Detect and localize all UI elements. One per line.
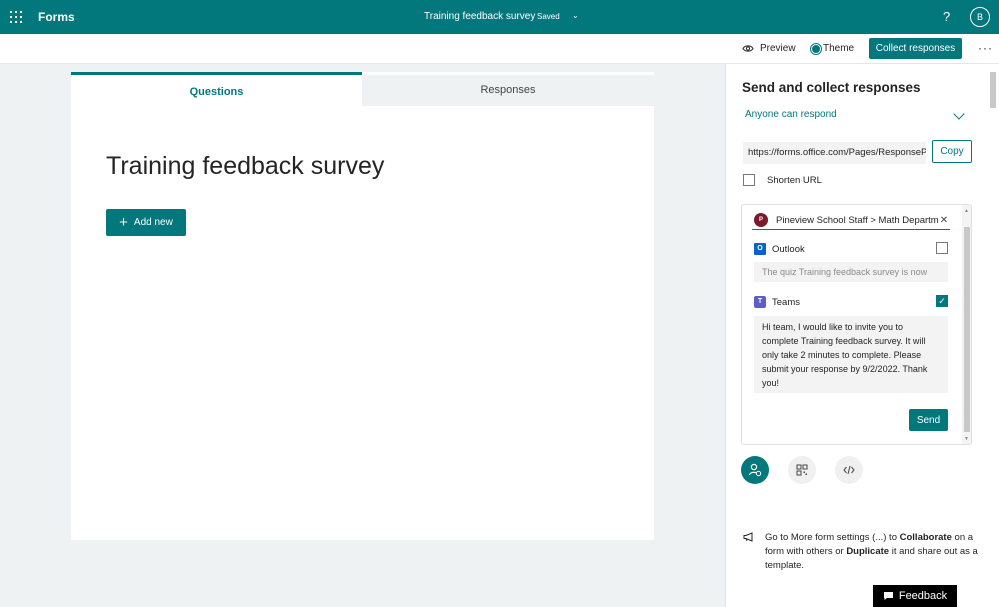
send-button[interactable]: Send [909, 409, 948, 431]
teams-option: T Teams [754, 296, 800, 308]
command-bar: Preview Theme Collect responses ··· [0, 34, 999, 64]
outlook-option: O Outlook [754, 243, 805, 255]
code-icon [843, 465, 855, 475]
user-avatar[interactable]: B [970, 7, 990, 27]
tip-text: Go to More form settings (...) to Collab… [743, 531, 978, 573]
collect-responses-button[interactable]: Collect responses [869, 38, 962, 59]
help-icon[interactable]: ? [943, 9, 950, 24]
recipient-name: Pineview School Staff > Math Department [776, 214, 938, 226]
panel-scrollbar[interactable] [989, 66, 997, 606]
feedback-button[interactable]: Feedback [873, 585, 957, 607]
outlook-label: Outlook [772, 243, 805, 255]
teams-message[interactable]: Hi team, I would like to invite you to c… [754, 316, 948, 393]
teams-icon: T [754, 296, 766, 308]
document-title[interactable]: Training feedback survey [424, 11, 535, 22]
teams-label: Teams [772, 296, 800, 308]
top-bar: Forms Training feedback survey Saved ⌄ ?… [0, 0, 999, 34]
plus-icon: + [119, 213, 128, 231]
chevron-down-icon[interactable] [953, 108, 965, 120]
theme-button[interactable]: Theme [811, 43, 854, 54]
share-box-scrollbar[interactable]: ▲ ▼ [962, 205, 971, 444]
tab-questions[interactable]: Questions [71, 72, 362, 106]
share-options-box: P Pineview School Staff > Math Departmen… [741, 204, 972, 445]
shorten-url-label: Shorten URL [767, 175, 822, 186]
feedback-label: Feedback [898, 590, 948, 602]
tab-responses[interactable]: Responses [362, 75, 654, 106]
share-people-button[interactable] [741, 456, 769, 484]
recipient-chip[interactable]: P Pineview School Staff > Math Departmen… [752, 211, 950, 230]
preview-label: Preview [760, 43, 796, 54]
copy-button[interactable]: Copy [932, 140, 972, 163]
comment-icon [883, 592, 893, 600]
chevron-down-icon[interactable]: ⌄ [572, 11, 579, 20]
audience-dropdown[interactable]: Anyone can respond [745, 109, 837, 120]
close-icon[interactable]: ✕ [938, 215, 950, 226]
form-title[interactable]: Training feedback survey [106, 152, 384, 181]
outlook-checkbox[interactable] [936, 242, 948, 254]
megaphone-icon [743, 532, 753, 542]
send-panel: Send and collect responses Anyone can re… [725, 64, 999, 607]
outlook-icon: O [754, 243, 766, 255]
person-add-icon [748, 463, 762, 477]
palette-icon [811, 43, 821, 54]
qr-code-button[interactable] [788, 456, 816, 484]
embed-button[interactable] [835, 456, 863, 484]
recipient-avatar: P [754, 213, 768, 227]
app-name[interactable]: Forms [38, 10, 75, 24]
saved-status: Saved [537, 12, 560, 21]
theme-label: Theme [823, 43, 855, 54]
add-new-label: Add new [133, 217, 173, 228]
teams-checkbox[interactable]: ✓ [936, 295, 948, 307]
preview-button[interactable]: Preview [742, 43, 796, 54]
eye-icon [742, 45, 754, 52]
panel-title: Send and collect responses [742, 80, 921, 95]
shorten-url-checkbox[interactable] [743, 174, 755, 186]
more-options-icon[interactable]: ··· [978, 41, 993, 55]
form-card: Questions Responses Training feedback su… [71, 72, 654, 540]
share-url-field[interactable]: https://forms.office.com/Pages/ResponseP… [743, 142, 926, 164]
outlook-message[interactable]: The quiz Training feedback survey is now [754, 262, 948, 282]
app-launcher-icon[interactable] [10, 11, 22, 23]
qr-code-icon [796, 464, 808, 476]
add-new-button[interactable]: + Add new [106, 209, 186, 236]
